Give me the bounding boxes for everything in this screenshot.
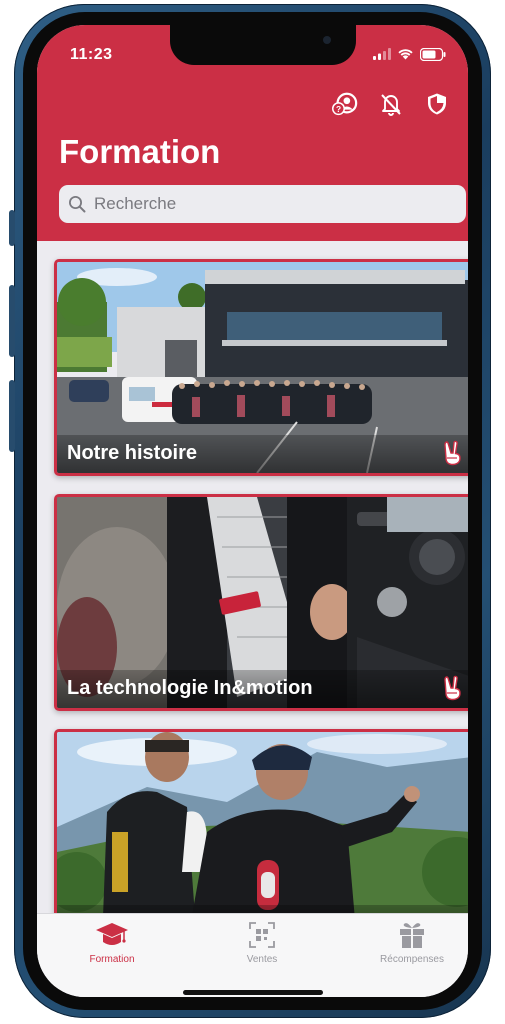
cellular-signal-icon <box>373 48 391 60</box>
gift-icon <box>400 923 424 948</box>
search-bar[interactable] <box>59 185 466 223</box>
tab-bar: Formation Ventes Récompenses <box>37 913 468 997</box>
tab-label: Récompenses <box>380 954 444 965</box>
battery-icon <box>420 47 446 61</box>
volume-down-button <box>9 380 15 452</box>
app-header: 11:23 ? Formation Recherche <box>37 25 468 241</box>
card-title: La technologie In&motion <box>67 677 313 699</box>
card-la-technologie[interactable]: La technologie In&motion <box>54 494 468 711</box>
status-icons <box>373 47 446 61</box>
help-user-icon[interactable]: ? <box>332 91 358 117</box>
card-title: Notre histoire <box>67 442 198 464</box>
notifications-off-icon[interactable] <box>378 91 404 117</box>
graduation-cap-icon <box>96 923 128 945</box>
app-screen: 11:23 ? Formation Recherche Notre histoi… <box>37 25 468 997</box>
search-input[interactable] <box>92 193 436 215</box>
wifi-icon <box>398 49 413 60</box>
tab-label: Ventes <box>246 954 278 965</box>
header-actions: ? <box>332 91 450 117</box>
qr-code-icon <box>249 922 275 948</box>
tab-ventes[interactable]: Ventes <box>202 920 322 965</box>
search-icon <box>69 196 86 213</box>
status-time: 11:23 <box>70 46 113 63</box>
tab-label: Formation <box>89 954 135 965</box>
page-title: Formation <box>59 133 221 170</box>
front-camera <box>323 36 331 44</box>
shield-icon[interactable] <box>424 91 450 117</box>
svg-text:?: ? <box>336 104 341 114</box>
peace-hand-icon <box>444 440 461 466</box>
tab-formation[interactable]: Formation <box>52 920 172 965</box>
home-indicator[interactable] <box>183 990 323 995</box>
volume-up-button <box>9 285 15 357</box>
card-notre-histoire[interactable]: Notre histoire <box>54 259 468 476</box>
mute-switch <box>9 210 15 246</box>
notch <box>170 25 356 65</box>
peace-hand-icon <box>444 675 461 701</box>
tab-recompenses[interactable]: Récompenses <box>352 920 468 965</box>
